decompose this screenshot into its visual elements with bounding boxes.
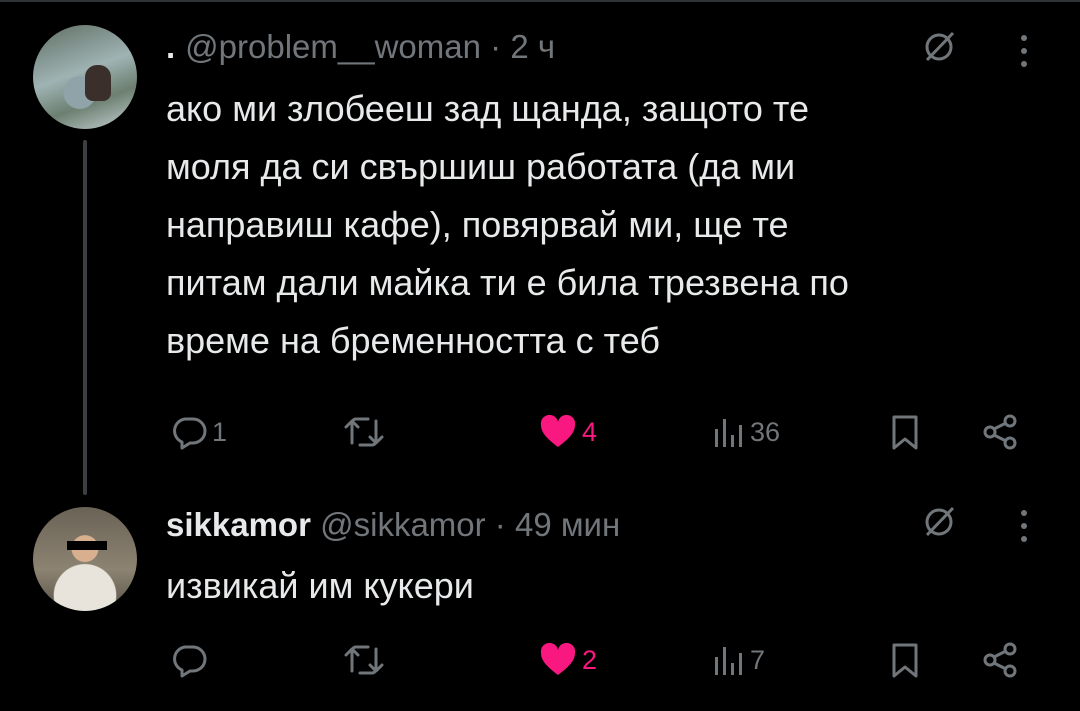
post-text-line: питам дали майка ти е била трезвена по	[166, 262, 849, 303]
handle[interactable]: @problem__woman	[185, 28, 481, 65]
thread-connector-line	[83, 140, 87, 495]
more-options-icon[interactable]	[1020, 509, 1028, 543]
bookmark-button[interactable]	[888, 412, 922, 452]
post-text: ако ми злобееш зад щанда, защото те моля…	[166, 80, 1046, 370]
avatar-censor-bar	[67, 541, 107, 550]
like-count: 2	[582, 644, 598, 675]
views-count: 36	[750, 416, 781, 447]
heart-icon	[540, 642, 576, 675]
action-bar: 2 7	[166, 640, 1046, 680]
post-text-line: време на бременността с теб	[166, 320, 660, 361]
post-header: sikkamor @sikkamor · 49 мин	[166, 505, 620, 545]
share-button[interactable]	[982, 412, 1020, 452]
separator-dot: ·	[494, 506, 506, 543]
repost-button[interactable]	[342, 640, 390, 680]
grok-icon[interactable]	[922, 30, 956, 64]
post-header: . @problem__woman · 2 ч	[166, 27, 555, 67]
speech-bubble-icon	[173, 417, 207, 450]
bar-chart-icon	[715, 419, 742, 447]
avatar-figure	[85, 65, 111, 101]
post-text: извикай им кукери	[166, 565, 474, 606]
timestamp[interactable]: 2 ч	[510, 28, 555, 65]
reply-button[interactable]: 1	[170, 412, 227, 452]
reply-count: 1	[212, 416, 228, 447]
bar-chart-icon	[715, 647, 742, 675]
share-icon	[983, 414, 1017, 450]
repost-arrows-icon	[344, 417, 384, 447]
display-name[interactable]: sikkamor	[166, 506, 311, 543]
like-button[interactable]: 4	[538, 412, 597, 452]
bookmark-icon	[892, 415, 918, 450]
heart-icon	[540, 414, 576, 447]
separator-dot: ·	[490, 28, 502, 65]
views-button[interactable]: 36	[712, 412, 780, 452]
like-count: 4	[582, 416, 598, 447]
bookmark-button[interactable]	[888, 640, 922, 680]
top-divider	[0, 0, 1080, 2]
handle[interactable]: @sikkamor	[320, 506, 486, 543]
speech-bubble-icon	[173, 645, 207, 678]
action-bar: 1 4 36	[166, 412, 1046, 452]
repost-button[interactable]	[342, 412, 390, 452]
share-icon	[983, 642, 1017, 678]
share-button[interactable]	[982, 640, 1020, 680]
repost-arrows-icon	[344, 645, 384, 675]
reply-button[interactable]	[170, 640, 212, 680]
grok-icon[interactable]	[922, 505, 956, 539]
bookmark-icon	[892, 643, 918, 678]
views-count: 7	[750, 644, 766, 675]
views-button[interactable]: 7	[712, 640, 765, 680]
avatar[interactable]	[33, 25, 137, 129]
like-button[interactable]: 2	[538, 640, 597, 680]
more-options-icon[interactable]	[1020, 34, 1028, 68]
avatar[interactable]	[33, 507, 137, 611]
display-name[interactable]: .	[166, 28, 175, 65]
timestamp[interactable]: 49 мин	[515, 506, 620, 543]
post-text-line: моля да си свършиш работата (да ми	[166, 146, 796, 187]
post-text-line: направиш кафе), повярвай ми, ще те	[166, 204, 789, 245]
post-text-line: ако ми злобееш зад щанда, защото те	[166, 88, 810, 129]
